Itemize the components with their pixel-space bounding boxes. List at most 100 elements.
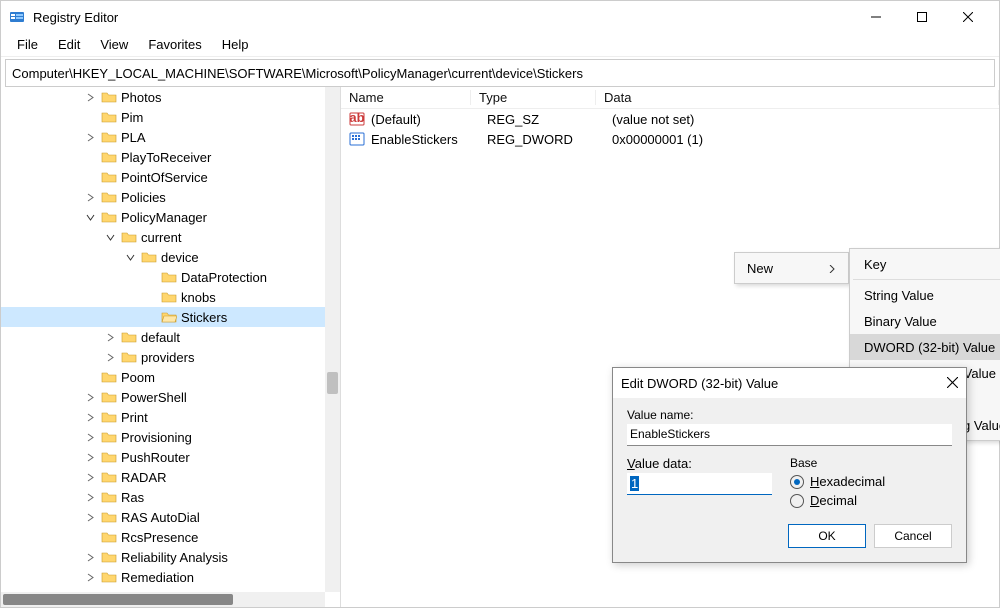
tree-item[interactable]: Reliability Analysis: [1, 547, 340, 567]
tree-item[interactable]: current: [1, 227, 340, 247]
tree-item[interactable]: Ras: [1, 487, 340, 507]
tree-item-label: knobs: [181, 290, 216, 305]
tree-horizontal-thumb[interactable]: [3, 594, 233, 605]
tree-item[interactable]: providers: [1, 347, 340, 367]
ok-button[interactable]: OK: [788, 524, 866, 548]
menu-file[interactable]: File: [7, 35, 48, 54]
submenu-item[interactable]: DWORD (32-bit) Value: [850, 334, 1000, 360]
tree-item[interactable]: RcsPresence: [1, 527, 340, 547]
tree-item[interactable]: PushRouter: [1, 447, 340, 467]
tree-horizontal-scrollbar[interactable]: [1, 592, 325, 607]
menu-help[interactable]: Help: [212, 35, 259, 54]
expander-down-icon[interactable]: [123, 253, 137, 262]
tree-item[interactable]: RADAR: [1, 467, 340, 487]
folder-icon: [101, 550, 117, 564]
menu-view[interactable]: View: [90, 35, 138, 54]
tree-item-label: RAS AutoDial: [121, 510, 200, 525]
submenu-item-label: Binary Value: [864, 314, 937, 329]
col-name[interactable]: Name: [341, 90, 471, 105]
tree-item-label: DataProtection: [181, 270, 267, 285]
tree-item[interactable]: knobs: [1, 287, 340, 307]
tree-item[interactable]: PointOfService: [1, 167, 340, 187]
value-name: EnableStickers: [371, 132, 479, 147]
folder-icon: [101, 190, 117, 204]
value-data-input[interactable]: 1: [627, 473, 772, 495]
submenu-item[interactable]: String Value: [850, 282, 1000, 308]
col-data[interactable]: Data: [596, 90, 999, 105]
folder-icon: [101, 530, 117, 544]
submenu-item[interactable]: Binary Value: [850, 308, 1000, 334]
expander-right-icon[interactable]: [83, 133, 97, 142]
col-type[interactable]: Type: [471, 90, 596, 105]
expander-right-icon[interactable]: [83, 433, 97, 442]
tree-item[interactable]: device: [1, 247, 340, 267]
radio-hexadecimal[interactable]: Hexadecimal: [790, 474, 885, 489]
folder-icon: [101, 210, 117, 224]
tree-item[interactable]: RAS AutoDial: [1, 507, 340, 527]
menu-edit[interactable]: Edit: [48, 35, 90, 54]
radio-decimal[interactable]: Decimal: [790, 493, 885, 508]
tree-item[interactable]: Policies: [1, 187, 340, 207]
submenu-item[interactable]: Key: [850, 251, 1000, 277]
expander-right-icon[interactable]: [83, 573, 97, 582]
minimize-button[interactable]: [853, 1, 899, 33]
dialog-title: Edit DWORD (32-bit) Value: [621, 376, 778, 391]
folder-icon: [101, 410, 117, 424]
maximize-button[interactable]: [899, 1, 945, 33]
close-button[interactable]: [945, 1, 991, 33]
tree-item[interactable]: DataProtection: [1, 267, 340, 287]
list-row[interactable]: EnableStickersREG_DWORD0x00000001 (1): [341, 129, 999, 149]
tree-item[interactable]: PowerShell: [1, 387, 340, 407]
dialog-titlebar[interactable]: Edit DWORD (32-bit) Value: [613, 368, 966, 398]
tree-item-label: Stickers: [181, 310, 227, 325]
tree-vertical-scrollbar[interactable]: [325, 87, 340, 592]
tree-item-label: PLA: [121, 130, 146, 145]
tree-item-label: Print: [121, 410, 148, 425]
dialog-close-icon[interactable]: [947, 376, 958, 391]
folder-icon: [101, 470, 117, 484]
tree-item[interactable]: default: [1, 327, 340, 347]
tree-item[interactable]: Print: [1, 407, 340, 427]
tree-item[interactable]: PlayToReceiver: [1, 147, 340, 167]
expander-right-icon[interactable]: [83, 493, 97, 502]
tree-item[interactable]: PolicyManager: [1, 207, 340, 227]
value-name-field[interactable]: EnableStickers: [627, 424, 952, 446]
tree-pane[interactable]: PhotosPim PLA PlayToReceiverPointOfService…: [1, 87, 341, 607]
tree-item[interactable]: Stickers: [1, 307, 340, 327]
cancel-button[interactable]: Cancel: [874, 524, 952, 548]
expander-right-icon[interactable]: [83, 553, 97, 562]
expander-right-icon[interactable]: [83, 473, 97, 482]
submenu-item-label: DWORD (32-bit) Value: [864, 340, 995, 355]
folder-icon: [101, 430, 117, 444]
context-new[interactable]: New: [735, 253, 848, 283]
tree-item[interactable]: PLA: [1, 127, 340, 147]
list-header[interactable]: Name Type Data: [341, 87, 999, 109]
expander-right-icon[interactable]: [83, 393, 97, 402]
folder-icon: [121, 230, 137, 244]
expander-down-icon[interactable]: [83, 213, 97, 222]
context-menu[interactable]: New: [734, 252, 849, 284]
list-row[interactable]: ab(Default)REG_SZ(value not set): [341, 109, 999, 129]
expander-right-icon[interactable]: [103, 353, 117, 362]
menu-separator: [853, 279, 1000, 280]
expander-right-icon[interactable]: [83, 413, 97, 422]
reg-value-icon: [349, 131, 365, 147]
tree-item[interactable]: Poom: [1, 367, 340, 387]
expander-down-icon[interactable]: [103, 233, 117, 242]
menubar: File Edit View Favorites Help: [1, 33, 999, 57]
expander-right-icon[interactable]: [83, 193, 97, 202]
menu-favorites[interactable]: Favorites: [138, 35, 211, 54]
tree-item[interactable]: Remediation: [1, 567, 340, 587]
expander-right-icon[interactable]: [83, 93, 97, 102]
folder-icon: [101, 90, 117, 104]
address-input[interactable]: [12, 66, 988, 81]
tree-item[interactable]: Pim: [1, 107, 340, 127]
tree-vertical-thumb[interactable]: [327, 372, 338, 394]
expander-right-icon[interactable]: [83, 513, 97, 522]
tree-item[interactable]: Photos: [1, 87, 340, 107]
expander-right-icon[interactable]: [103, 333, 117, 342]
tree-item[interactable]: Provisioning: [1, 427, 340, 447]
value-data: 0x00000001 (1): [604, 132, 999, 147]
addressbar[interactable]: [5, 59, 995, 87]
expander-right-icon[interactable]: [83, 453, 97, 462]
